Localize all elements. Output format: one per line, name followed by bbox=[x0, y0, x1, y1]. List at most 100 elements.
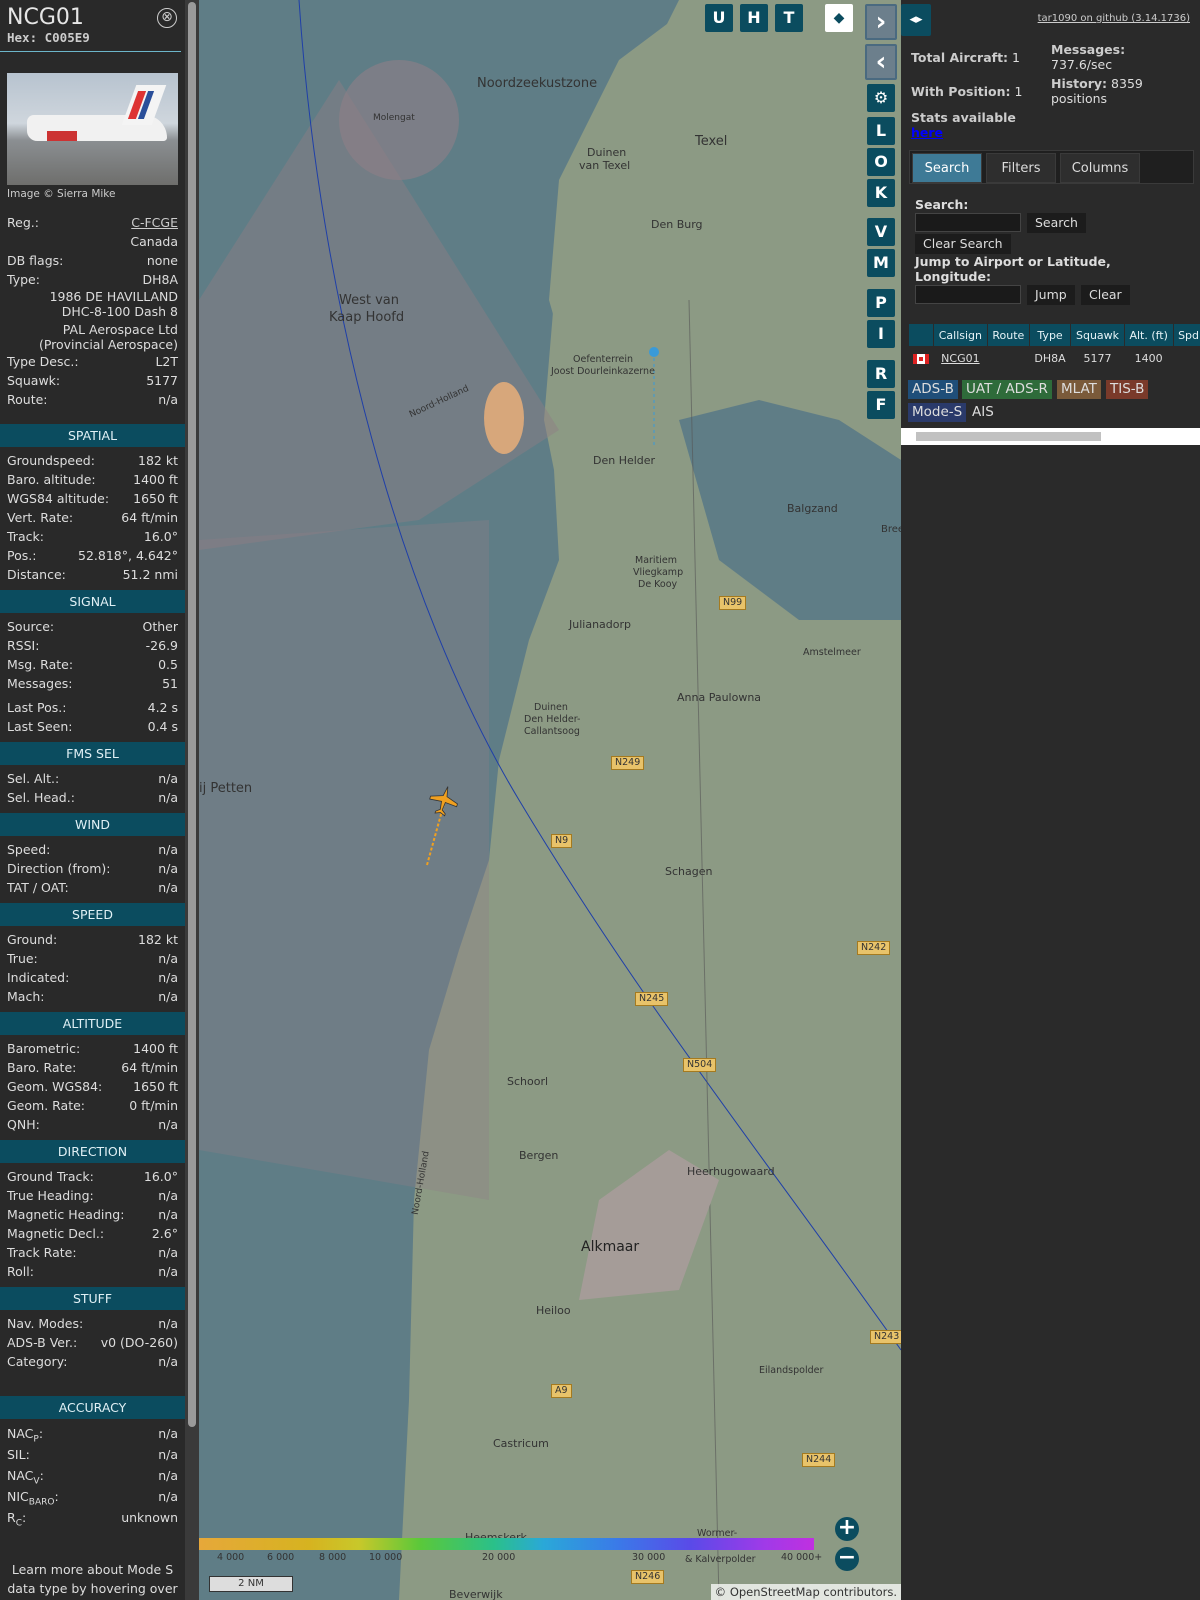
spatial-row: WGS84 altitude: 1650 ft bbox=[0, 489, 185, 508]
footer-line2: data type by hovering over bbox=[7, 1581, 178, 1596]
jump-button[interactable]: Jump bbox=[1027, 285, 1075, 305]
button-t[interactable]: T bbox=[775, 4, 803, 32]
altitude-legend bbox=[199, 1538, 814, 1550]
accuracy-row: NACV: n/a bbox=[0, 1465, 185, 1487]
panel-tabs: Search Filters Columns bbox=[909, 150, 1194, 184]
tab-columns[interactable]: Columns bbox=[1060, 153, 1140, 183]
reg-row: Reg.: C-FCGE bbox=[0, 213, 185, 232]
map-label-texel: Texel bbox=[695, 134, 728, 149]
button-r[interactable]: R bbox=[867, 360, 895, 388]
accuracy-label-main: NAC bbox=[7, 1468, 34, 1483]
direction-label: Track Rate: bbox=[7, 1245, 77, 1260]
stuff-row: Nav. Modes: n/a bbox=[0, 1314, 185, 1333]
road-n244: N244 bbox=[802, 1453, 836, 1467]
col-route[interactable]: Route bbox=[987, 324, 1029, 346]
stuff-value: n/a bbox=[158, 1354, 178, 1369]
hscroll-thumb[interactable] bbox=[916, 432, 1101, 441]
col-flag[interactable] bbox=[909, 324, 933, 346]
source-uat: UAT / ADS-R bbox=[962, 380, 1052, 399]
spatial-row: Distance: 51.2 nmi bbox=[0, 565, 185, 584]
button-f[interactable]: F bbox=[867, 391, 895, 419]
map-label-molengat: Molengat bbox=[373, 113, 415, 123]
button-v[interactable]: V bbox=[867, 218, 895, 246]
github-link[interactable]: tar1090 on github (3.14.1736) bbox=[1038, 13, 1190, 24]
spatial-label: Track: bbox=[7, 529, 44, 544]
type-row: Type: DH8A bbox=[0, 270, 185, 289]
spatial-label: Distance: bbox=[7, 567, 66, 582]
sidebar-scrollbar[interactable] bbox=[185, 0, 199, 1600]
scale-bar: 2 NM bbox=[209, 1576, 293, 1592]
map-label-alkmaar: Alkmaar bbox=[581, 1239, 640, 1255]
stuff-row: Category: n/a bbox=[0, 1352, 185, 1371]
search-button[interactable]: Search bbox=[1027, 213, 1086, 233]
expand-toggle-icon[interactable]: ◂▸ bbox=[901, 4, 931, 36]
fms-row: Sel. Alt.: n/a bbox=[0, 769, 185, 788]
accuracy-row: NACP: n/a bbox=[0, 1423, 185, 1445]
owner: PAL Aerospace Ltd (Provincial Aerospace) bbox=[0, 322, 185, 352]
legend-tick-6000: 6 000 bbox=[267, 1552, 295, 1563]
noorderhaaks-sandbank bbox=[484, 382, 524, 454]
row-callsign[interactable]: NCG01 bbox=[934, 347, 987, 369]
spatial-value: 1400 ft bbox=[133, 472, 178, 487]
registration-link[interactable]: C-FCGE bbox=[131, 213, 178, 232]
button-k[interactable]: K bbox=[867, 179, 895, 207]
source-modes: Mode-S bbox=[908, 403, 967, 422]
altitude-label: Baro. Rate: bbox=[7, 1060, 77, 1075]
col-callsign[interactable]: Callsign bbox=[934, 324, 987, 346]
button-h[interactable]: H bbox=[740, 4, 768, 32]
jump-input[interactable] bbox=[915, 285, 1021, 304]
col-squawk[interactable]: Squawk bbox=[1071, 324, 1124, 346]
direction-row: Magnetic Decl.: 2.6° bbox=[0, 1224, 185, 1243]
button-o[interactable]: O bbox=[867, 148, 895, 176]
stats-available: Stats available here bbox=[911, 110, 1111, 140]
tab-search[interactable]: Search bbox=[912, 153, 982, 183]
signal-value: 51 bbox=[162, 676, 178, 691]
col-alt[interactable]: Alt. (ft) bbox=[1124, 324, 1173, 346]
button-m[interactable]: M bbox=[867, 249, 895, 277]
legend-tick-4000: 4 000 bbox=[217, 1552, 245, 1563]
map-view[interactable]: U H T ◆ › ‹ ⚙ L O K V M P I R F Noordzee… bbox=[199, 0, 901, 1600]
signal-row: Msg. Rate: 0.5 bbox=[0, 655, 185, 674]
road-a9: A9 bbox=[551, 1384, 572, 1398]
tab-filters[interactable]: Filters bbox=[986, 153, 1056, 183]
road-n243: N243 bbox=[870, 1330, 901, 1344]
col-type[interactable]: Type bbox=[1029, 324, 1071, 346]
zoom-in-button[interactable]: + bbox=[835, 1517, 859, 1541]
accuracy-row: SIL: n/a bbox=[0, 1444, 185, 1465]
accuracy-label-colon: : bbox=[21, 1510, 27, 1525]
spatial-row: Pos.: 52.818°, 4.642° bbox=[0, 546, 185, 565]
clear-search-button[interactable]: Clear Search bbox=[915, 234, 1011, 254]
button-p[interactable]: P bbox=[867, 289, 895, 317]
altitude-label: Geom. WGS84: bbox=[7, 1079, 103, 1094]
table-row[interactable]: NCG01 DH8A 5177 1400 bbox=[909, 347, 1200, 369]
layers-icon[interactable]: ◆ bbox=[825, 4, 853, 32]
button-l[interactable]: L bbox=[867, 117, 895, 145]
direction-value: n/a bbox=[158, 1188, 178, 1203]
map-attribution[interactable]: © OpenStreetMap contributors. bbox=[710, 1584, 901, 1600]
history: History: 8359 positions bbox=[1051, 76, 1200, 106]
settings-icon[interactable]: ⚙ bbox=[867, 84, 895, 112]
table-horizontal-scrollbar[interactable] bbox=[901, 428, 1200, 445]
search-input[interactable] bbox=[915, 213, 1021, 232]
clear-button[interactable]: Clear bbox=[1081, 285, 1130, 305]
button-u[interactable]: U bbox=[705, 4, 733, 32]
map-label-noordzee: Noordzeekustzone bbox=[477, 76, 598, 91]
with-position: With Position: 1 bbox=[911, 84, 1041, 99]
legend-tick-40000: 40 000+ bbox=[781, 1552, 823, 1563]
scrollbar-thumb[interactable] bbox=[188, 2, 196, 1427]
wind-value: n/a bbox=[158, 861, 178, 876]
zoom-out-button[interactable]: − bbox=[835, 1547, 859, 1571]
stats-here-link[interactable]: here bbox=[911, 125, 943, 140]
aircraft-photo[interactable] bbox=[7, 73, 178, 185]
button-i[interactable]: I bbox=[867, 320, 895, 348]
fms-label: Sel. Head.: bbox=[7, 790, 75, 805]
total-aircraft: Total Aircraft: 1 bbox=[911, 50, 1041, 65]
col-spd[interactable]: Spd. bbox=[1173, 324, 1200, 346]
prev-button[interactable]: ‹ bbox=[865, 44, 897, 80]
close-icon[interactable]: ⊗ bbox=[157, 8, 177, 28]
signal-value: 0.4 s bbox=[147, 719, 178, 734]
direction-row: True Heading: n/a bbox=[0, 1186, 185, 1205]
direction-label: True Heading: bbox=[7, 1188, 94, 1203]
direction-value: n/a bbox=[158, 1264, 178, 1279]
next-button[interactable]: › bbox=[865, 4, 897, 40]
